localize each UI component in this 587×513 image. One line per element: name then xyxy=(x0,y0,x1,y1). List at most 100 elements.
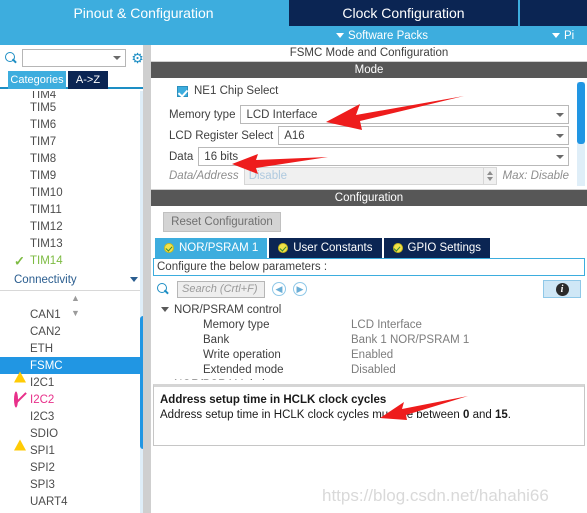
chevron-down-icon xyxy=(161,307,169,312)
sidebar-item-i2c1[interactable]: I2C1 xyxy=(0,374,150,391)
sidebar-item-tim9[interactable]: TIM9 xyxy=(0,167,150,184)
tab-a-to-z[interactable]: A->Z xyxy=(68,71,108,89)
sidebar-item-can1[interactable]: CAN1 xyxy=(0,306,150,323)
sidebar-item-tim5[interactable]: TIM5 xyxy=(0,99,150,116)
sidebar-item-tim14[interactable]: ✓ TIM14 xyxy=(0,252,150,269)
sidebar-item-tim13[interactable]: TIM13 xyxy=(0,235,150,252)
param-name: Bank xyxy=(203,333,230,346)
sidebar-item-tim4[interactable]: TIM4 xyxy=(0,91,150,99)
scroll-spinner-icon[interactable]: ▲ ▼ xyxy=(0,291,150,318)
lcd-register-select-select[interactable]: A16 xyxy=(278,126,569,145)
param-row[interactable]: Extended mode Disabled xyxy=(153,362,585,377)
info-button[interactable]: i xyxy=(543,280,581,298)
data-width-select[interactable]: 16 bits xyxy=(198,147,569,166)
menu-software-packs[interactable]: Software Packs xyxy=(336,26,428,45)
group-connectivity[interactable]: Connectivity xyxy=(0,269,150,291)
memory-type-row: Memory type LCD Interface xyxy=(169,104,569,125)
caret-down-icon[interactable] xyxy=(486,177,493,181)
sidebar-item-label: TIM11 xyxy=(30,203,62,216)
tab-nor-psram-1[interactable]: NOR/PSRAM 1 xyxy=(155,238,268,258)
sidebar-item-tim6[interactable]: TIM6 xyxy=(0,116,150,133)
sidebar-item-label: UART4 xyxy=(30,495,68,508)
caret-up-icon[interactable] xyxy=(486,171,493,175)
ne1-chip-select-checkbox[interactable] xyxy=(177,85,188,97)
panel-splitter[interactable] xyxy=(143,45,151,513)
memory-type-value: LCD Interface xyxy=(246,108,318,121)
data-address-stepper[interactable] xyxy=(483,167,497,185)
sidebar-item-label: ETH xyxy=(30,342,53,355)
mode-scrollbar-thumb[interactable] xyxy=(577,82,585,144)
sidebar-item-label: TIM9 xyxy=(30,169,57,182)
tab-pinout-configuration[interactable]: Pinout & Configuration xyxy=(0,0,287,26)
sidebar-item-label: TIM14 xyxy=(30,254,63,267)
check-circle-icon xyxy=(392,243,403,253)
parameter-search-input[interactable]: Search (Crtl+F) xyxy=(177,280,265,298)
sidebar-item-spi3[interactable]: SPI3 xyxy=(0,476,150,493)
data-width-value: 16 bits xyxy=(204,150,239,163)
sidebar-item-tim12[interactable]: TIM12 xyxy=(0,218,150,235)
tab-categories[interactable]: Categories xyxy=(8,71,66,89)
sidebar-item-uart4[interactable]: UART4 xyxy=(0,493,150,510)
sidebar-item-label: TIM12 xyxy=(30,220,63,233)
check-circle-icon xyxy=(164,243,174,253)
param-value[interactable]: LCD Interface xyxy=(351,319,422,331)
sidebar-item-label: I2C3 xyxy=(30,410,55,423)
sidebar-item-label: CAN2 xyxy=(30,325,61,338)
sidebar-item-sdio[interactable]: SDIO xyxy=(0,425,150,450)
sidebar-item-label: SPI1 xyxy=(30,444,55,457)
ne1-chip-select-row[interactable]: NE1 Chip Select xyxy=(177,85,278,97)
configuration-header-label: Configuration xyxy=(334,192,404,204)
data-address-input[interactable]: Disable xyxy=(243,167,484,185)
chevron-left-icon[interactable]: ◀ xyxy=(272,282,286,296)
sidebar-item-can2[interactable]: CAN2 xyxy=(0,323,150,340)
param-group-row[interactable]: NOR/PSRAM control xyxy=(153,302,585,317)
tab-clock-label: Clock Configuration xyxy=(342,5,465,21)
param-row[interactable]: Bank Bank 1 NOR/PSRAM 1 xyxy=(153,332,585,347)
param-group-row[interactable]: NOR/PSRAM timing xyxy=(153,377,585,381)
sidebar-item-spi2[interactable]: SPI2 xyxy=(0,459,150,476)
tab-user-constants[interactable]: User Constants xyxy=(269,238,382,258)
sidebar-item-fsmc[interactable]: FSMC xyxy=(0,357,150,382)
peripheral-tree[interactable]: TIM4 TIM5 TIM6 TIM7 TIM8 TIM9 TIM10 TIM11 TIM12 T… xyxy=(0,91,150,513)
info-icon: i xyxy=(555,282,569,296)
memory-type-label: Memory type xyxy=(169,108,236,121)
chevron-down-icon xyxy=(130,277,138,282)
data-width-label: Data xyxy=(169,150,194,163)
param-row[interactable]: Memory type LCD Interface xyxy=(153,317,585,332)
sidebar-item-label: TIM13 xyxy=(30,237,63,250)
tab-clock-configuration[interactable]: Clock Configuration xyxy=(289,0,518,26)
sidebar-item-i2c2[interactable]: I2C2 xyxy=(0,391,150,408)
chevron-down-icon xyxy=(556,154,564,159)
sidebar-item-label: I2C1 xyxy=(30,376,55,389)
parameter-tree[interactable]: NOR/PSRAM control Memory type LCD Interfac… xyxy=(153,302,585,380)
sidebar-search-row: ⚙ xyxy=(0,45,150,71)
sidebar-item-tim7[interactable]: TIM7 xyxy=(0,133,150,150)
sidebar-item-i2c3[interactable]: I2C3 xyxy=(0,408,150,425)
menu-pinout[interactable]: Pi xyxy=(552,26,574,45)
timers-list: TIM4 TIM5 TIM6 TIM7 TIM8 TIM9 TIM10 TIM11 TIM12 T… xyxy=(0,91,150,269)
tab-gpio-settings-label: GPIO Settings xyxy=(407,242,482,254)
chevron-right-icon[interactable]: ▶ xyxy=(293,282,307,296)
param-value[interactable]: Enabled xyxy=(351,349,393,361)
memory-type-select[interactable]: LCD Interface xyxy=(240,105,569,124)
tab-third[interactable] xyxy=(520,0,587,26)
param-value[interactable]: Disabled xyxy=(351,364,396,376)
help-text-max: 15 xyxy=(494,409,508,421)
lcd-register-select-label: LCD Register Select xyxy=(169,129,274,142)
tab-gpio-settings[interactable]: GPIO Settings xyxy=(383,238,491,258)
sidebar-item-tim11[interactable]: TIM11 xyxy=(0,201,150,218)
sidebar-item-tim8[interactable]: TIM8 xyxy=(0,150,150,167)
sidebar-item-spi1[interactable]: SPI1 xyxy=(0,442,150,459)
sidebar-item-tim10[interactable]: TIM10 xyxy=(0,184,150,201)
param-value[interactable]: Bank 1 NOR/PSRAM 1 xyxy=(351,334,469,346)
help-text-post: . xyxy=(507,409,511,421)
warning-icon xyxy=(14,427,27,450)
sidebar-item-label: FSMC xyxy=(30,359,63,372)
parameter-search-placeholder: Search (Crtl+F) xyxy=(182,283,258,295)
mode-scrollbar[interactable] xyxy=(577,82,585,186)
sidebar-item-eth[interactable]: ETH xyxy=(0,340,150,357)
search-input[interactable] xyxy=(22,49,126,67)
reset-configuration-button[interactable]: Reset Configuration xyxy=(163,212,281,232)
mode-header-label: Mode xyxy=(354,64,384,76)
param-row[interactable]: Write operation Enabled xyxy=(153,347,585,362)
